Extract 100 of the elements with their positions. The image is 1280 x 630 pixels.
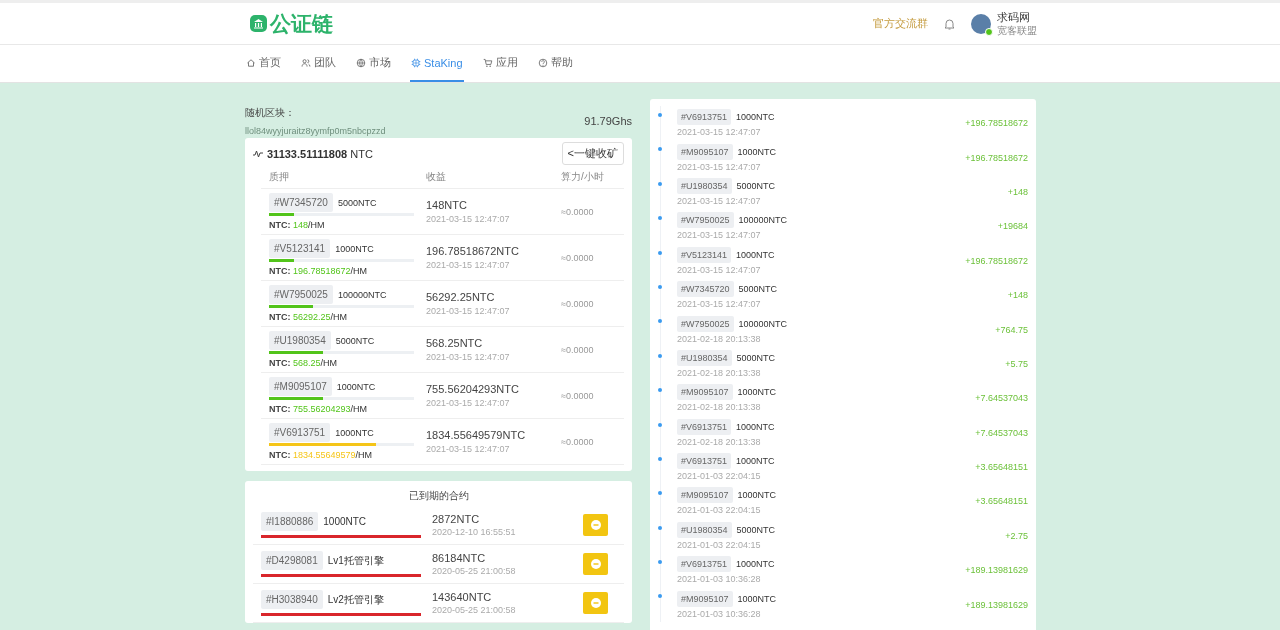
hash-rate-value: ≈0.0000 xyxy=(561,436,595,447)
timestamp: 2021-03-15 12:47:07 xyxy=(677,230,762,241)
pulse-icon xyxy=(253,149,263,158)
timeline-dot xyxy=(658,560,662,565)
nav-tab[interactable]: 应用 xyxy=(481,45,519,82)
minus-circle-icon xyxy=(590,559,601,569)
bank-icon xyxy=(250,15,267,32)
bell-icon[interactable] xyxy=(944,17,955,30)
contract-id: #V6913751 xyxy=(677,556,732,573)
timestamp: 2021-02-18 20:13:38 xyxy=(677,333,762,344)
block-label: 随机区块： xyxy=(245,106,296,120)
timeline-dot xyxy=(658,456,662,461)
contract-id: #W7950025 xyxy=(677,315,734,332)
stake-amount: 1000NTC xyxy=(736,112,775,123)
expired-title: 已到期的合约 xyxy=(408,489,469,503)
gain-amount: +189.13981629 xyxy=(965,565,1028,576)
hash-rate-value: ≈0.0000 xyxy=(561,344,595,355)
contract-name: Lv2托管引擎 xyxy=(327,592,384,607)
contract-id: #U1980354 xyxy=(677,521,732,538)
hash-rate-value: ≈0.0000 xyxy=(561,252,595,263)
nav-tab[interactable]: 首页 xyxy=(245,45,282,82)
timestamp: 2020-05-25 21:00:58 xyxy=(432,605,517,615)
nav-tab[interactable]: 市场 xyxy=(355,45,392,82)
stake-amount: 1000NTC xyxy=(737,593,777,604)
contract-id: #V5123141 xyxy=(269,239,331,258)
timeline-dot xyxy=(658,525,662,530)
earning: 86184NTC xyxy=(432,552,487,564)
earning: 1834.55649579NTC xyxy=(426,429,527,441)
earning: 2872NTC xyxy=(432,513,481,525)
ntc-rate: NTC: 56292.25/HM xyxy=(269,312,349,322)
timestamp: 2021-01-03 22:04:15 xyxy=(677,471,762,482)
stake-amount: 1000NTC xyxy=(335,427,374,438)
gain-amount: +196.78518672 xyxy=(965,152,1028,163)
timestamp: 2021-01-03 22:04:15 xyxy=(677,505,762,516)
stake-amount: 1000NTC xyxy=(736,456,775,467)
contract-id: #W7345720 xyxy=(269,193,333,212)
gain-amount: +196.78518672 xyxy=(965,255,1028,266)
stake-amount: 1000NTC xyxy=(737,490,777,501)
stake-amount: 1000NTC xyxy=(736,421,775,432)
remove-button[interactable] xyxy=(583,514,608,536)
timeline-dot xyxy=(658,594,662,599)
stake-amount: 1000NTC xyxy=(737,387,777,398)
stake-amount: 1000NTC xyxy=(335,243,374,254)
gain-amount: +189.13981629 xyxy=(965,599,1028,610)
timestamp: 2021-03-15 12:47:07 xyxy=(677,161,762,172)
stake-amount: 1000NTC xyxy=(736,249,775,260)
ntc-rate: NTC: 148/HM xyxy=(269,220,326,230)
timeline-dot xyxy=(658,284,662,289)
timeline-dot xyxy=(658,250,662,255)
timestamp: 2021-02-18 20:13:38 xyxy=(677,436,762,447)
gain-amount: +7.64537043 xyxy=(975,393,1028,404)
stake-amount: 5000NTC xyxy=(335,335,375,346)
gain-amount: +3.65648151 xyxy=(975,462,1028,473)
timestamp: 2021-01-03 10:36:28 xyxy=(677,608,762,619)
stake-amount: 5000NTC xyxy=(736,180,776,191)
stake-amount: 100000NTC xyxy=(337,289,387,300)
timeline-dot xyxy=(658,181,662,186)
home-icon xyxy=(246,57,256,68)
timeline-dot xyxy=(658,491,662,496)
stake-amount: 1000NTC xyxy=(336,381,376,392)
remove-button[interactable] xyxy=(583,553,608,575)
user-name: 求码网 xyxy=(997,10,1031,24)
cart-icon xyxy=(482,57,493,68)
gain-amount: +764.75 xyxy=(995,324,1028,335)
user-subtitle: 宽客联盟 xyxy=(997,23,1037,37)
ntc-rate: NTC: 1834.55649579/HM xyxy=(269,450,374,460)
nav-tab[interactable]: 帮助 xyxy=(536,45,574,82)
chip-icon xyxy=(411,57,421,68)
timestamp: 2021-03-15 12:47:07 xyxy=(426,444,511,454)
nav-tab[interactable]: StaKing xyxy=(410,45,464,82)
block-hash: llol84wyyjuraitz8yymfp0m5nbcpzzd xyxy=(245,126,386,136)
hash-rate-value: ≈0.0000 xyxy=(561,206,595,217)
timestamp: 2021-02-18 20:13:38 xyxy=(677,402,762,413)
stake-amount: 1000NTC xyxy=(736,559,775,570)
earning: 755.56204293NTC xyxy=(426,383,520,395)
stake-amount: 5000NTC xyxy=(738,284,778,295)
gain-amount: +148 xyxy=(1007,290,1028,301)
timestamp: 2021-03-15 12:47:07 xyxy=(677,127,762,138)
contract-id: #W7950025 xyxy=(677,212,734,229)
remove-button[interactable] xyxy=(583,592,608,614)
contract-id: #V5123141 xyxy=(677,246,732,263)
stake-amount: 100000NTC xyxy=(738,318,788,329)
avatar[interactable] xyxy=(971,13,991,34)
timeline-dot xyxy=(658,388,662,393)
ntc-rate: NTC: 568.25/HM xyxy=(269,358,339,368)
contract-name: Lv1托管引擎 xyxy=(327,553,384,568)
earning: 196.78518672NTC xyxy=(426,245,520,257)
stake-amount: 1000NTC xyxy=(737,146,777,157)
timestamp: 2021-03-15 12:47:07 xyxy=(426,306,511,316)
timestamp: 2021-03-15 12:47:07 xyxy=(677,299,762,310)
earning: 56292.25NTC xyxy=(426,291,496,303)
contract-id: #M9095107 xyxy=(677,384,733,401)
contract-name: 1000NTC xyxy=(323,516,367,527)
nav-tab[interactable]: 团队 xyxy=(300,45,337,82)
hash-rate-value: ≈0.0000 xyxy=(561,390,595,401)
timeline-dot xyxy=(658,216,662,221)
collect-button[interactable]: <一键收矿 xyxy=(561,142,624,165)
contract-id: #M9095107 xyxy=(677,143,733,160)
contract-id: #V6913751 xyxy=(677,453,732,470)
timestamp: 2021-03-15 12:47:07 xyxy=(677,195,762,206)
